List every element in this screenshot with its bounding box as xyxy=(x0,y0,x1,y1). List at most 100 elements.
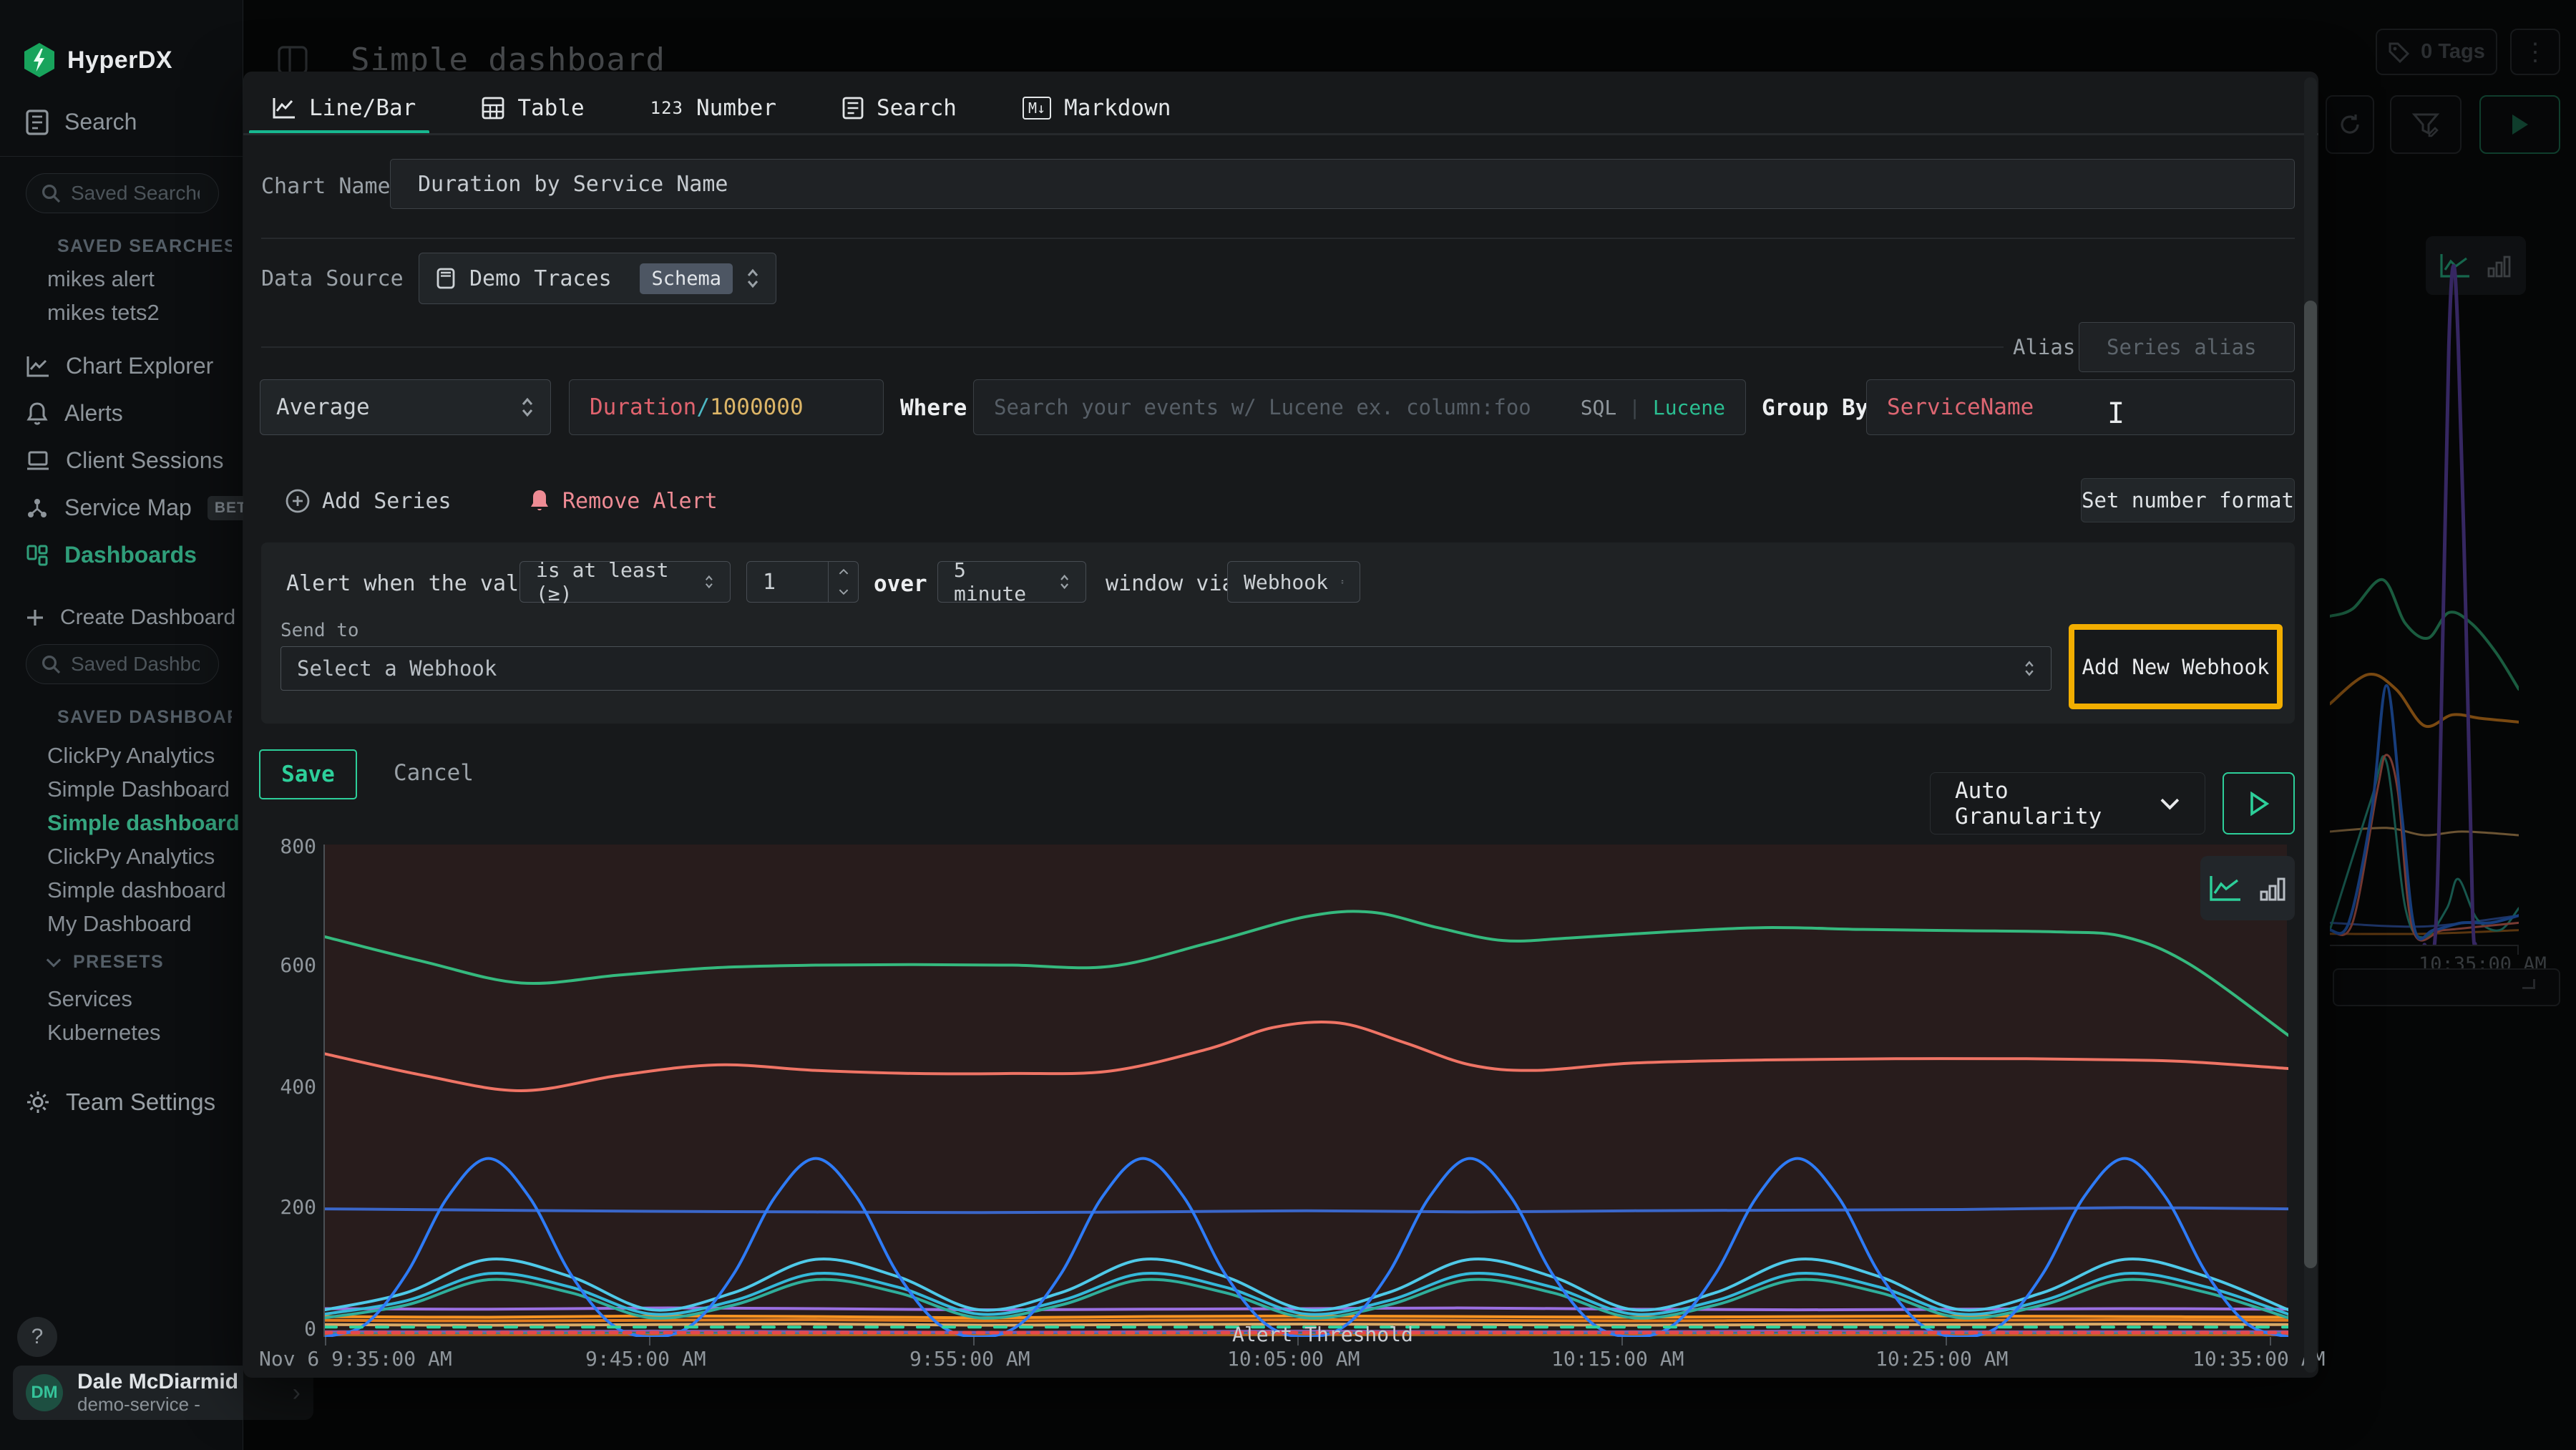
window-via-label: window via xyxy=(1106,571,1235,596)
sql-toggle[interactable]: SQL xyxy=(1581,396,1617,419)
series-alias-input[interactable] xyxy=(2079,322,2295,372)
sidebar-item-client-sessions[interactable]: Client Sessions xyxy=(26,447,224,474)
dashboard-item[interactable]: ClickPy Analytics xyxy=(47,844,215,870)
x-axis-label: Nov 6 9:35:00 AM xyxy=(259,1347,452,1371)
bell-icon xyxy=(26,402,49,426)
divider xyxy=(261,238,2295,239)
x-axis-label: 10:05:00 AM xyxy=(1227,1347,1360,1371)
alert-condition-select[interactable]: is at least (≥) xyxy=(519,561,731,603)
webhook-select[interactable]: Select a Webhook xyxy=(280,646,2051,691)
add-series-button[interactable]: Add Series xyxy=(285,488,452,514)
avatar: DM xyxy=(26,1374,63,1411)
search-doc-icon xyxy=(26,110,49,135)
saved-dashboards-input[interactable] xyxy=(71,653,200,676)
where-search-input[interactable]: Search your events w/ Lucene ex. column:… xyxy=(973,379,1746,435)
modal-scrollbar-thumb[interactable] xyxy=(2304,301,2317,1268)
aggregation-select[interactable]: Average xyxy=(260,379,551,435)
alert-window-select[interactable]: 5 minute xyxy=(937,561,1086,603)
bell-icon xyxy=(528,488,551,514)
alert-channel-select[interactable]: Webhook xyxy=(1227,561,1360,603)
chevron-updown-icon xyxy=(1341,573,1344,591)
number-123-icon: 123 xyxy=(650,98,683,118)
dashboard-item-active[interactable]: Simple dashboard xyxy=(47,810,240,836)
cancel-button[interactable]: Cancel xyxy=(394,760,474,786)
saved-searches-searchbox[interactable] xyxy=(26,173,219,213)
chevron-down-icon xyxy=(46,958,62,968)
saved-search-item[interactable]: mikes tets2 xyxy=(47,300,160,326)
chevron-updown-icon xyxy=(704,573,714,591)
chevron-updown-icon xyxy=(1059,573,1070,591)
help-button[interactable]: ? xyxy=(17,1317,57,1357)
presets-header[interactable]: PRESETS xyxy=(46,952,232,973)
granularity-select[interactable]: Auto Granularity xyxy=(1930,772,2205,835)
alert-threshold-input[interactable]: 1 xyxy=(746,561,859,603)
expression-value: 1000000 xyxy=(710,394,804,420)
sidebar-item-service-map[interactable]: Service Map BETA xyxy=(26,495,264,521)
divider xyxy=(243,133,2318,135)
saved-dashboards-header[interactable]: SAVED DASHBOARDS xyxy=(46,707,232,728)
chart-type-toggle[interactable] xyxy=(2200,856,2295,920)
run-chart-button[interactable] xyxy=(2223,772,2295,835)
dashboard-item[interactable]: Simple Dashboard xyxy=(47,777,230,802)
alert-when-label: Alert when the value xyxy=(286,571,545,596)
expression-column: Duration xyxy=(590,394,696,420)
tab-search[interactable]: Search xyxy=(842,95,957,121)
sidebar: HyperDX Search SAVED SEARCHES mikes aler… xyxy=(0,0,243,1450)
dashboard-item[interactable]: Simple dashboard xyxy=(47,877,226,903)
preset-item[interactable]: Services xyxy=(47,986,132,1012)
stepper-up-icon[interactable] xyxy=(829,562,858,582)
tab-table[interactable]: Table xyxy=(482,95,584,121)
where-label: Where xyxy=(900,395,967,421)
sidebar-item-alerts[interactable]: Alerts xyxy=(26,400,123,427)
add-new-webhook-button-highlighted[interactable]: Add New Webhook xyxy=(2069,624,2283,709)
x-axis-tickmark xyxy=(1621,1337,1623,1346)
chevron-updown-icon xyxy=(2024,659,2035,678)
saved-dashboards-searchbox[interactable] xyxy=(26,644,219,684)
data-source-select[interactable]: Demo Traces Schema xyxy=(419,253,776,304)
saved-searches-header[interactable]: SAVED SEARCHES xyxy=(46,236,232,257)
app-root: HyperDX Search SAVED SEARCHES mikes aler… xyxy=(0,0,2576,1450)
tab-markdown[interactable]: M↓ Markdown xyxy=(1023,95,1171,121)
brand[interactable]: HyperDX xyxy=(24,43,172,77)
dashboard-item[interactable]: My Dashboard xyxy=(47,911,192,937)
sidebar-item-search[interactable]: Search xyxy=(26,109,137,135)
saved-searches-input[interactable] xyxy=(71,182,200,205)
chevron-updown-icon xyxy=(746,267,760,290)
y-axis-tick: 800 xyxy=(253,835,316,858)
circle-plus-icon xyxy=(285,488,311,514)
y-axis-tick: 600 xyxy=(253,953,316,977)
x-axis-tickmark xyxy=(973,1337,975,1346)
tab-number[interactable]: 123 Number xyxy=(650,95,776,121)
chart-name-input[interactable] xyxy=(390,159,2295,209)
stepper-down-icon[interactable] xyxy=(829,582,858,602)
chart-type-tabs: Line/Bar Table 123 Number Search M↓ Mark… xyxy=(272,82,1171,135)
x-axis-tickmark xyxy=(325,1337,326,1346)
saved-search-item[interactable]: mikes alert xyxy=(47,266,155,292)
expression-operator: / xyxy=(696,394,710,420)
group-by-input[interactable]: ServiceName xyxy=(1866,379,2295,435)
schema-badge: Schema xyxy=(640,263,733,294)
laptop-icon xyxy=(26,450,50,472)
save-button[interactable]: Save xyxy=(259,749,357,799)
sidebar-item-chart-explorer[interactable]: Chart Explorer xyxy=(26,353,213,379)
chevron-down-icon xyxy=(2160,797,2180,810)
number-stepper[interactable] xyxy=(828,562,858,602)
plus-icon xyxy=(26,608,44,627)
tab-line-bar[interactable]: Line/Bar xyxy=(272,95,416,121)
lucene-toggle[interactable]: Lucene xyxy=(1653,396,1725,419)
lang-toggle[interactable]: SQL | Lucene xyxy=(1581,396,1725,419)
set-number-format-button[interactable]: Set number format xyxy=(2081,478,2295,522)
sidebar-item-dashboards[interactable]: Dashboards xyxy=(26,542,197,568)
x-axis-tickmark xyxy=(2270,1337,2271,1346)
over-label: over xyxy=(874,571,927,597)
user-subtitle: demo-service - xyxy=(77,1393,238,1416)
dashboard-item[interactable]: ClickPy Analytics xyxy=(47,743,215,769)
play-icon xyxy=(2248,792,2270,816)
expression-field[interactable]: Duration/1000000 xyxy=(569,379,884,435)
preset-item[interactable]: Kubernetes xyxy=(47,1020,161,1046)
send-to-label: Send to xyxy=(280,620,359,641)
create-dashboard-button[interactable]: Create Dashboard xyxy=(26,605,235,630)
remove-alert-button[interactable]: Remove Alert xyxy=(528,488,718,514)
alias-label: Alias xyxy=(2013,335,2075,359)
sidebar-item-team-settings[interactable]: Team Settings xyxy=(26,1089,215,1116)
